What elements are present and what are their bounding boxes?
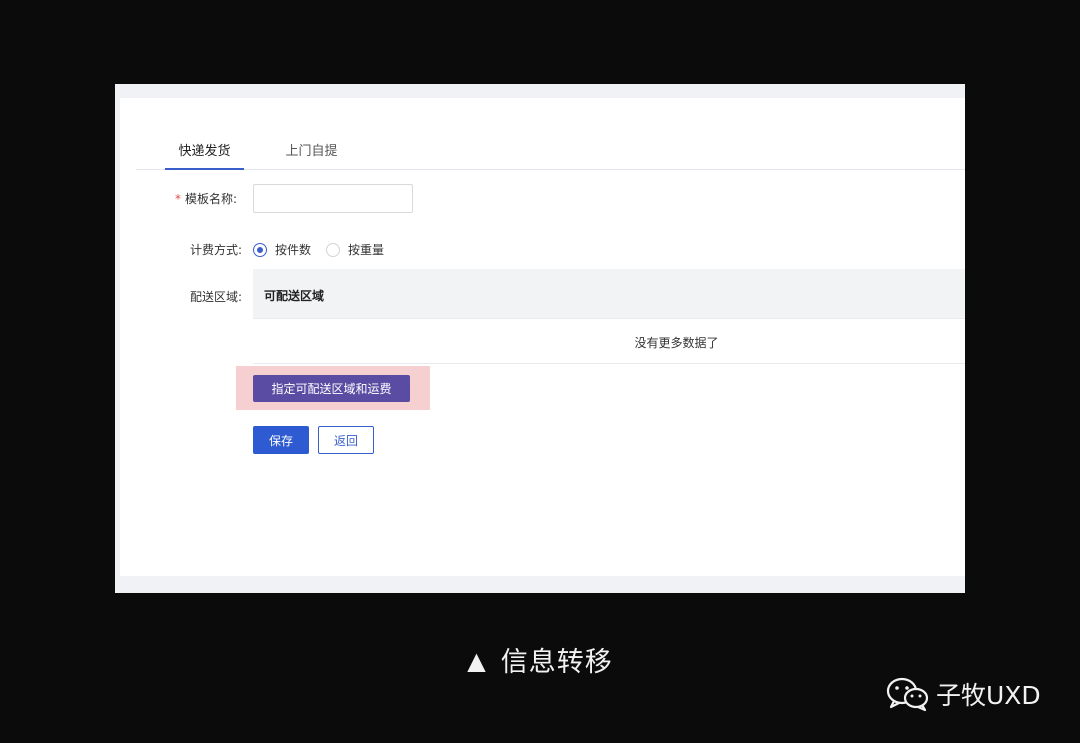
back-button[interactable]: 返回 <box>318 426 374 454</box>
radio-by-piece-label: 按件数 <box>275 243 312 257</box>
caption: ▲ 信息转移 <box>0 640 1080 679</box>
screenshot-frame: 快递发货 上门自提 * 模板名称: 计费方式: 按件数 按重量 配送区域: 可配送… <box>115 84 965 593</box>
radio-by-weight-label: 按重量 <box>348 243 385 257</box>
triangle-up-icon: ▲ <box>467 647 487 675</box>
wechat-icon <box>886 677 929 712</box>
radio-checked-icon <box>253 242 267 257</box>
tab-self-pickup[interactable]: 上门自提 <box>269 126 354 170</box>
form-panel: 快递发货 上门自提 * 模板名称: 计费方式: 按件数 按重量 配送区域: 可配送… <box>120 98 965 576</box>
assign-area-button[interactable]: 指定可配送区域和运费 <box>253 375 410 402</box>
delivery-tabs: 快递发货 上门自提 <box>136 126 965 170</box>
radio-by-piece[interactable]: 按件数 <box>253 241 311 258</box>
area-table-header: 可配送区域 <box>253 269 965 319</box>
radio-by-weight[interactable]: 按重量 <box>326 241 384 258</box>
template-name-label-text: 模板名称: <box>185 192 238 206</box>
brand-name: 子牧UXD <box>936 681 1041 710</box>
brand: 子牧UXD <box>886 676 1041 712</box>
radio-unchecked-icon <box>326 242 340 257</box>
delivery-area-label: 配送区域: <box>190 290 243 304</box>
tab-express-delivery[interactable]: 快递发货 <box>165 126 244 170</box>
save-button[interactable]: 保存 <box>253 426 309 454</box>
template-name-label: * 模板名称: <box>175 190 237 207</box>
billing-method-label: 计费方式: <box>190 243 243 257</box>
required-mark: * <box>175 192 181 206</box>
template-name-input[interactable] <box>253 184 413 213</box>
caption-text: 信息转移 <box>500 647 613 678</box>
area-table-empty-text: 没有更多数据了 <box>253 320 965 364</box>
